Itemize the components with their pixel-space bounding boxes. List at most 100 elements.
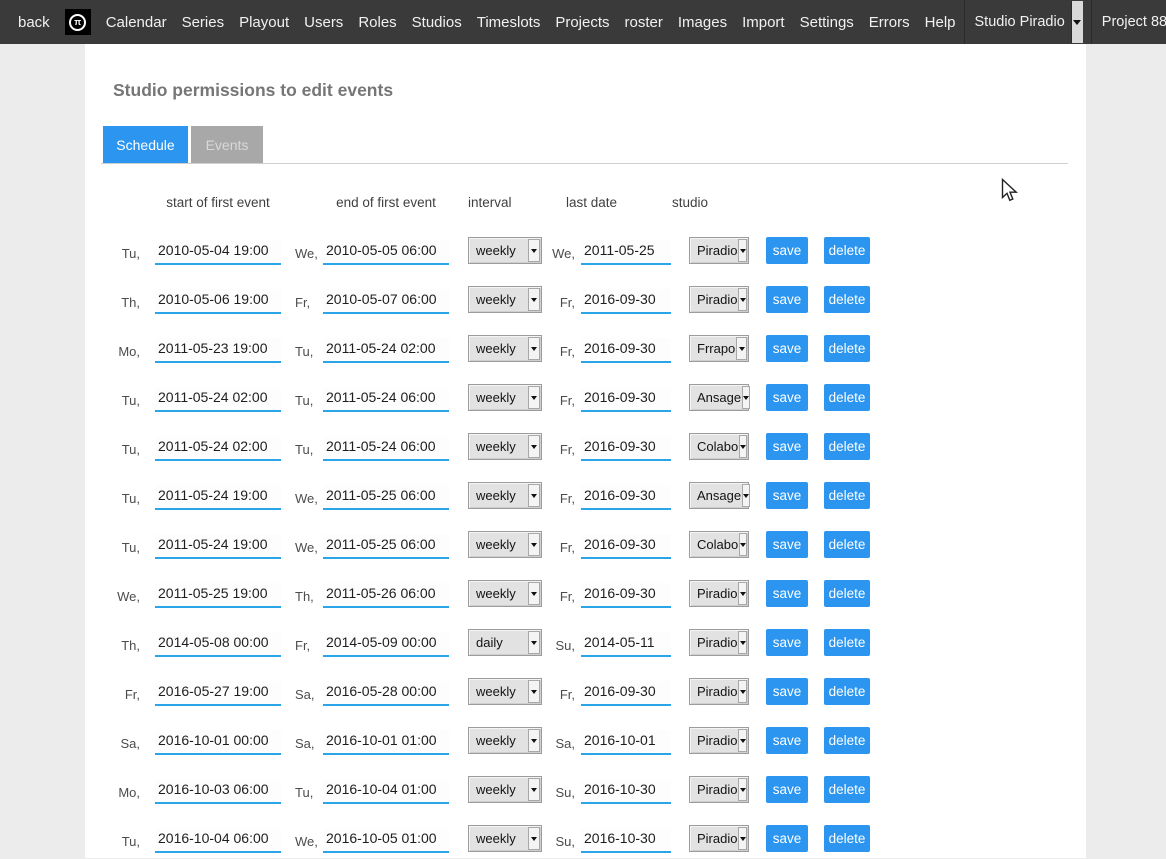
- chevron-down-icon[interactable]: [738, 680, 747, 703]
- nav-item-studios[interactable]: Studios: [412, 14, 462, 31]
- start-datetime-input[interactable]: [155, 632, 281, 657]
- chevron-down-icon[interactable]: [736, 337, 747, 360]
- delete-button[interactable]: delete: [824, 629, 870, 656]
- interval-select[interactable]: weekly: [468, 531, 542, 558]
- chevron-down-icon[interactable]: [738, 827, 747, 850]
- start-datetime-input[interactable]: [155, 534, 281, 559]
- chevron-down-icon[interactable]: [738, 778, 747, 801]
- chevron-down-icon[interactable]: [528, 582, 540, 605]
- end-datetime-input[interactable]: [323, 436, 449, 461]
- nav-item-calendar[interactable]: Calendar: [106, 14, 167, 31]
- chevron-down-icon[interactable]: [528, 631, 540, 654]
- last-date-input[interactable]: [581, 583, 671, 608]
- chevron-down-icon[interactable]: [528, 729, 540, 752]
- chevron-down-icon[interactable]: [738, 239, 747, 262]
- interval-select[interactable]: weekly: [468, 384, 542, 411]
- tab-events[interactable]: Events: [191, 126, 263, 163]
- delete-button[interactable]: delete: [824, 580, 870, 607]
- chevron-down-icon[interactable]: [528, 239, 540, 262]
- last-date-input[interactable]: [581, 779, 671, 804]
- delete-button[interactable]: delete: [824, 433, 870, 460]
- interval-select[interactable]: weekly: [468, 678, 542, 705]
- last-date-input[interactable]: [581, 534, 671, 559]
- studio-select[interactable]: Piradio: [689, 237, 749, 264]
- end-datetime-input[interactable]: [323, 289, 449, 314]
- end-datetime-input[interactable]: [323, 730, 449, 755]
- nav-item-playout[interactable]: Playout: [239, 14, 289, 31]
- save-button[interactable]: save: [766, 776, 808, 803]
- studio-select[interactable]: Colabo: [689, 531, 749, 558]
- end-datetime-input[interactable]: [323, 338, 449, 363]
- last-date-input[interactable]: [581, 681, 671, 706]
- nav-item-series[interactable]: Series: [182, 14, 225, 31]
- chevron-down-icon[interactable]: [738, 729, 747, 752]
- save-button[interactable]: save: [766, 335, 808, 362]
- last-date-input[interactable]: [581, 289, 671, 314]
- start-datetime-input[interactable]: [155, 240, 281, 265]
- chevron-down-icon[interactable]: [742, 484, 750, 507]
- end-datetime-input[interactable]: [323, 779, 449, 804]
- last-date-input[interactable]: [581, 338, 671, 363]
- last-date-input[interactable]: [581, 387, 671, 412]
- chevron-down-icon[interactable]: [528, 386, 540, 409]
- chevron-down-icon[interactable]: [528, 827, 540, 850]
- chevron-down-icon[interactable]: [528, 533, 540, 556]
- start-datetime-input[interactable]: [155, 828, 281, 853]
- studio-select[interactable]: Piradio: [689, 629, 749, 656]
- end-datetime-input[interactable]: [323, 387, 449, 412]
- chevron-down-icon[interactable]: [1071, 1, 1083, 43]
- start-datetime-input[interactable]: [155, 387, 281, 412]
- save-button[interactable]: save: [766, 580, 808, 607]
- end-datetime-input[interactable]: [323, 583, 449, 608]
- project-select[interactable]: Project 88vier: [1091, 0, 1166, 44]
- interval-select[interactable]: daily: [468, 629, 542, 656]
- end-datetime-input[interactable]: [323, 485, 449, 510]
- chevron-down-icon[interactable]: [528, 680, 540, 703]
- start-datetime-input[interactable]: [155, 779, 281, 804]
- nav-item-timeslots[interactable]: Timeslots: [477, 14, 541, 31]
- studio-select[interactable]: Ansage: [689, 482, 749, 509]
- chevron-down-icon[interactable]: [528, 288, 540, 311]
- chevron-down-icon[interactable]: [739, 533, 747, 556]
- end-datetime-input[interactable]: [323, 240, 449, 265]
- studio-select[interactable]: Ansage: [689, 384, 749, 411]
- chevron-down-icon[interactable]: [528, 435, 540, 458]
- studio-select[interactable]: Frrapo: [689, 335, 749, 362]
- nav-item-settings[interactable]: Settings: [800, 14, 854, 31]
- end-datetime-input[interactable]: [323, 828, 449, 853]
- delete-button[interactable]: delete: [824, 678, 870, 705]
- nav-item-roles[interactable]: Roles: [358, 14, 396, 31]
- interval-select[interactable]: weekly: [468, 482, 542, 509]
- delete-button[interactable]: delete: [824, 776, 870, 803]
- studio-select[interactable]: Piradio: [689, 286, 749, 313]
- studio-select[interactable]: Studio Piradio: [964, 0, 1083, 44]
- interval-select[interactable]: weekly: [468, 776, 542, 803]
- end-datetime-input[interactable]: [323, 534, 449, 559]
- studio-select[interactable]: Piradio: [689, 580, 749, 607]
- pi-radio-logo-icon[interactable]: π: [65, 9, 91, 35]
- save-button[interactable]: save: [766, 825, 808, 852]
- last-date-input[interactable]: [581, 240, 671, 265]
- end-datetime-input[interactable]: [323, 681, 449, 706]
- delete-button[interactable]: delete: [824, 825, 870, 852]
- save-button[interactable]: save: [766, 678, 808, 705]
- start-datetime-input[interactable]: [155, 436, 281, 461]
- save-button[interactable]: save: [766, 286, 808, 313]
- save-button[interactable]: save: [766, 237, 808, 264]
- nav-item-projects[interactable]: Projects: [555, 14, 609, 31]
- interval-select[interactable]: weekly: [468, 825, 542, 852]
- last-date-input[interactable]: [581, 485, 671, 510]
- delete-button[interactable]: delete: [824, 335, 870, 362]
- save-button[interactable]: save: [766, 629, 808, 656]
- delete-button[interactable]: delete: [824, 727, 870, 754]
- chevron-down-icon[interactable]: [738, 288, 747, 311]
- save-button[interactable]: save: [766, 433, 808, 460]
- last-date-input[interactable]: [581, 436, 671, 461]
- chevron-down-icon[interactable]: [528, 484, 540, 507]
- nav-item-images[interactable]: Images: [678, 14, 727, 31]
- chevron-down-icon[interactable]: [528, 778, 540, 801]
- start-datetime-input[interactable]: [155, 289, 281, 314]
- delete-button[interactable]: delete: [824, 531, 870, 558]
- nav-item-errors[interactable]: Errors: [869, 14, 910, 31]
- save-button[interactable]: save: [766, 482, 808, 509]
